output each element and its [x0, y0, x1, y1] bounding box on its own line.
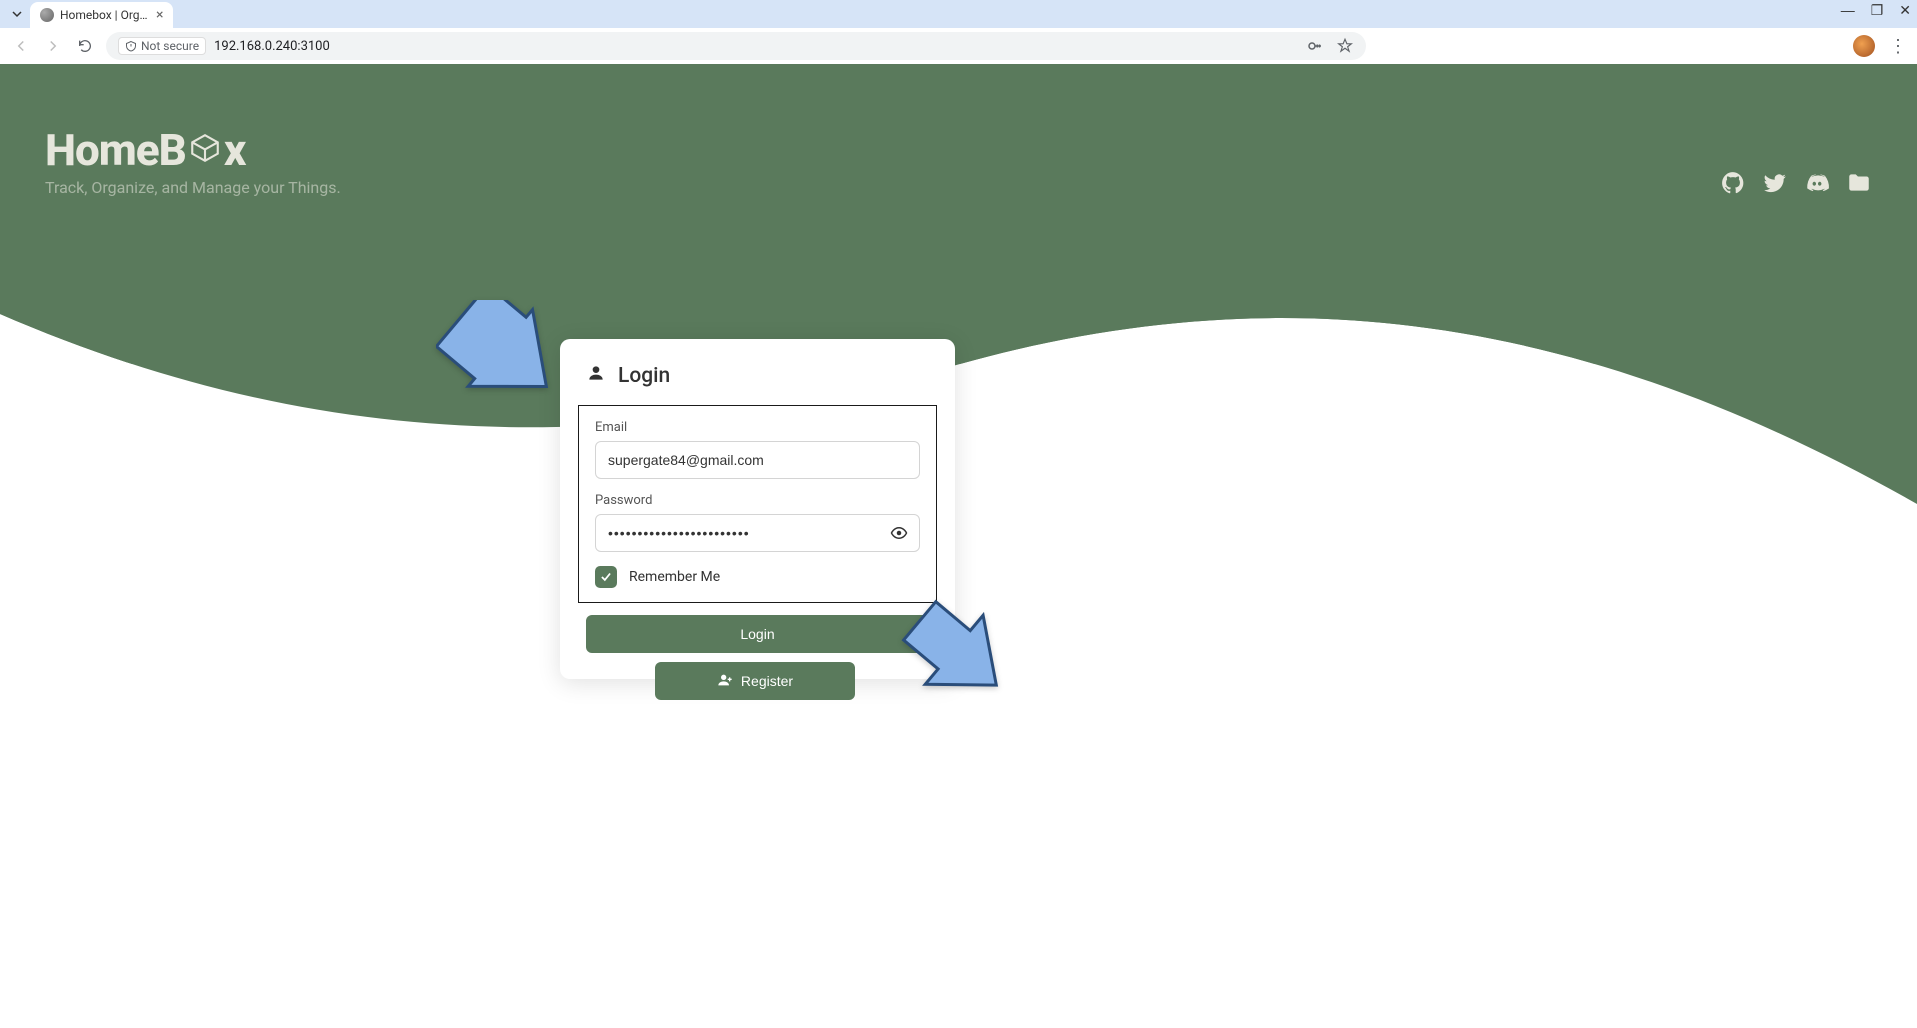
login-card: Login Email Password Remember Me Login	[560, 339, 955, 679]
login-form: Email Password Remember Me	[578, 405, 937, 603]
browser-menu-icon[interactable]: ⋮	[1889, 36, 1907, 57]
address-right	[1306, 37, 1354, 55]
url-text: 192.168.0.240:3100	[214, 39, 330, 54]
register-button[interactable]: Register	[655, 662, 855, 700]
profile-avatar-icon[interactable]	[1853, 35, 1875, 57]
browser-chrome: Homebox | Organ × — ❐ ✕ Not secure 192.1…	[0, 0, 1917, 64]
window-close-icon[interactable]: ✕	[1899, 2, 1911, 19]
browser-addressbar: Not secure 192.168.0.240:3100 ⋮	[0, 28, 1917, 64]
remember-row: Remember Me	[595, 566, 920, 588]
box-icon	[188, 124, 222, 176]
register-label: Register	[741, 673, 793, 689]
brand-tagline: Track, Organize, and Manage your Things.	[45, 178, 341, 197]
login-title-text: Login	[618, 364, 670, 388]
eye-icon[interactable]	[890, 524, 908, 546]
brand-name-pre: HomeB	[45, 124, 186, 176]
social-links	[1720, 170, 1872, 200]
brand-logo: HomeB x Track, Organize, and Manage your…	[45, 124, 341, 197]
browser-tab[interactable]: Homebox | Organ ×	[30, 2, 173, 28]
brand-name-post: x	[224, 124, 246, 176]
person-add-icon	[717, 672, 733, 691]
bookmark-star-icon[interactable]	[1336, 37, 1354, 55]
browser-titlebar: Homebox | Organ × — ❐ ✕	[0, 0, 1917, 28]
password-label: Password	[595, 493, 920, 508]
window-maximize-icon[interactable]: ❐	[1871, 2, 1884, 19]
remember-label: Remember Me	[629, 569, 720, 585]
url-field[interactable]: Not secure 192.168.0.240:3100	[106, 32, 1366, 60]
email-field[interactable]	[595, 441, 920, 479]
not-secure-label: Not secure	[141, 39, 199, 53]
tab-favicon-icon	[40, 8, 54, 22]
login-card-title: Login	[586, 363, 929, 389]
twitter-icon[interactable]	[1762, 170, 1788, 200]
hero-background	[0, 64, 1917, 364]
login-button[interactable]: Login	[586, 615, 929, 653]
folder-icon[interactable]	[1846, 170, 1872, 200]
nav-reload-icon[interactable]	[74, 35, 96, 57]
tab-close-icon[interactable]: ×	[156, 7, 163, 23]
nav-back-icon[interactable]	[10, 35, 32, 57]
brand-name: HomeB x	[45, 124, 341, 176]
page-content: HomeB x Track, Organize, and Manage your…	[0, 64, 1917, 1028]
discord-icon[interactable]	[1804, 170, 1830, 200]
github-icon[interactable]	[1720, 170, 1746, 200]
annotation-arrow-icon	[436, 300, 566, 410]
annotation-arrow-icon	[898, 598, 1018, 708]
remember-checkbox[interactable]	[595, 566, 617, 588]
window-minimize-icon[interactable]: —	[1841, 2, 1855, 19]
email-label: Email	[595, 420, 920, 435]
tab-title: Homebox | Organ	[60, 8, 150, 22]
password-key-icon[interactable]	[1306, 37, 1324, 55]
password-field[interactable]	[595, 514, 920, 552]
tab-dropdown-icon[interactable]	[8, 5, 26, 23]
nav-forward-icon[interactable]	[42, 35, 64, 57]
not-secure-badge[interactable]: Not secure	[118, 37, 206, 55]
window-controls: — ❐ ✕	[1841, 2, 1911, 19]
person-icon	[586, 363, 606, 389]
